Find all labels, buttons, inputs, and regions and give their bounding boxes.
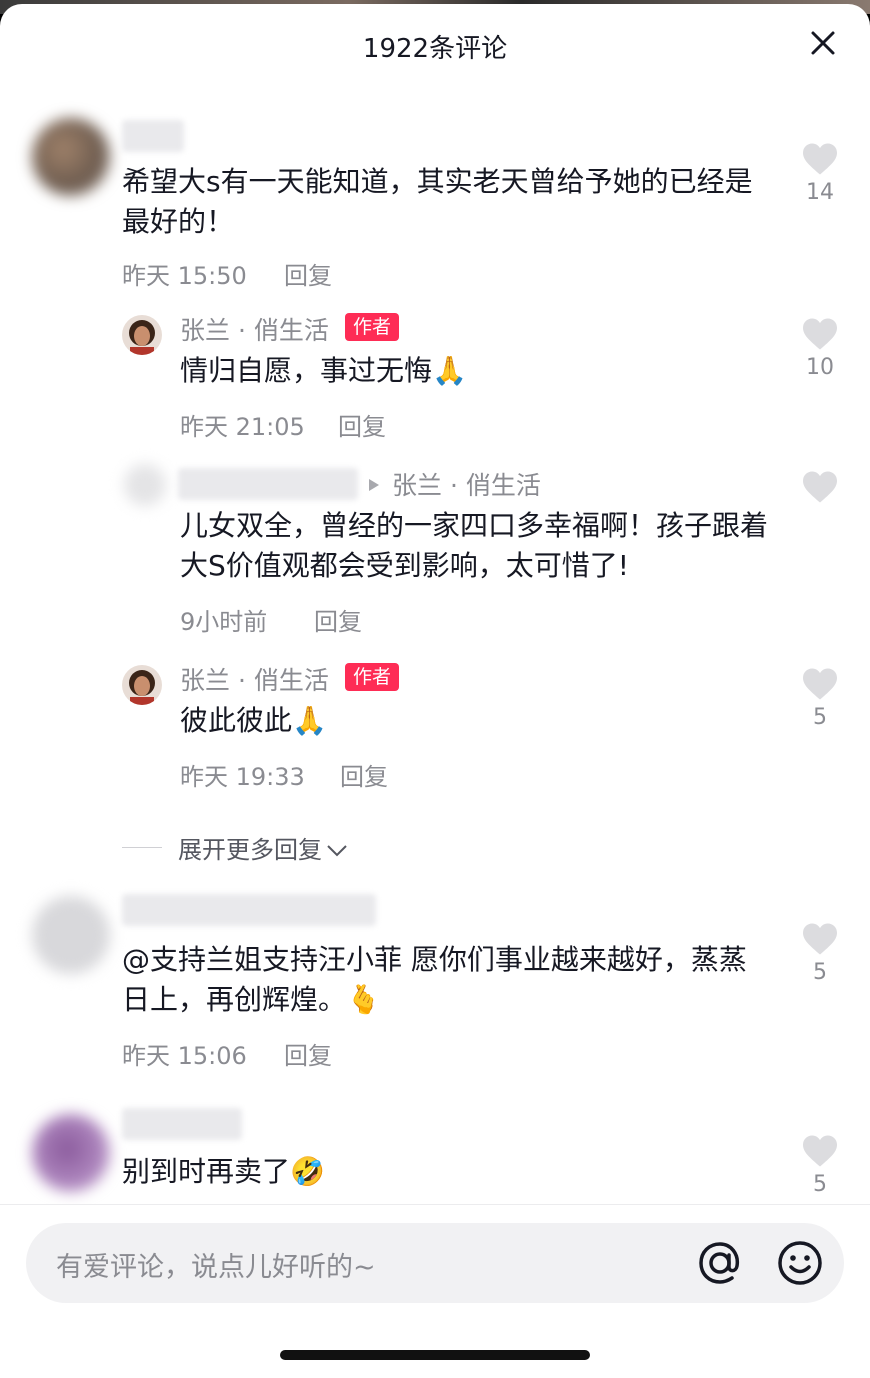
comment-item: 别到时再卖了🤣 5 xyxy=(0,1098,870,1204)
reply-item: 张兰 · 俏生活 作者 彼此彼此🙏 昨天 19:33 回复 5 xyxy=(0,655,870,795)
comment-text: 儿女双全，曾经的一家四口多幸福啊！孩子跟着大S价值观都会受到影响，太可惜了! xyxy=(180,509,769,582)
like-count: 5 xyxy=(813,960,827,985)
comment-text: @支持兰姐支持汪小菲 愿你们事业越来越好，蒸蒸日上，再创辉煌。🫰 xyxy=(122,940,772,1020)
comment-text: 别到时再卖了🤣 xyxy=(122,1152,325,1192)
reply-to-name[interactable]: 张兰 · 俏生活 xyxy=(392,466,541,502)
heart-icon xyxy=(803,143,837,175)
avatar[interactable] xyxy=(32,118,110,196)
author-avatar[interactable] xyxy=(122,665,162,705)
like-count xyxy=(790,508,850,536)
heart-icon xyxy=(803,668,837,700)
like-count: 10 xyxy=(806,355,834,380)
divider xyxy=(122,847,162,848)
reply-item: 张兰 · 俏生活 作者 情归自愿，事过无悔🙏 昨天 21:05 回复 10 xyxy=(0,305,870,445)
heart-icon xyxy=(803,318,837,350)
username-blurred[interactable] xyxy=(178,468,358,500)
author-name[interactable]: 张兰 · 俏生活 xyxy=(180,661,329,697)
comment-text-content: 别到时再卖了 xyxy=(122,1155,291,1188)
like-button[interactable]: 10 xyxy=(790,317,850,383)
heart-icon xyxy=(803,923,837,955)
username-blurred[interactable] xyxy=(122,1108,242,1140)
comment-time: 昨天 15:06 xyxy=(122,1042,247,1070)
comment-time: 昨天 19:33 xyxy=(180,763,305,791)
home-indicator[interactable] xyxy=(280,1350,590,1360)
comment-input-placeholder: 有爱评论，说点儿好听的~ xyxy=(56,1252,376,1283)
close-icon[interactable] xyxy=(810,30,836,56)
reply-button[interactable]: 回复 xyxy=(338,407,386,442)
rofl-emoji: 🤣 xyxy=(290,1155,325,1188)
reply-item: 张兰 · 俏生活 儿女双全，曾经的一家四口多幸福啊！孩子跟着大S价值观都会受到影… xyxy=(0,458,870,638)
reply-button[interactable]: 回复 xyxy=(284,1036,332,1071)
username-blurred[interactable] xyxy=(122,120,184,152)
expand-label-text: 展开更多回复 xyxy=(178,836,322,864)
comment-time: 9小时前 xyxy=(180,608,268,636)
reply-button[interactable]: 回复 xyxy=(340,757,388,792)
like-button[interactable]: 5 xyxy=(790,1134,850,1200)
avatar[interactable] xyxy=(124,464,166,506)
chevron-down-icon xyxy=(327,845,347,857)
comments-sheet: 1922条评论 希望大s有一天能知道，其实老天曾给予她的已经是最好的！ 昨天 1… xyxy=(0,4,870,1378)
emoji-picker-icon[interactable] xyxy=(774,1237,826,1289)
pray-emoji: 🙏 xyxy=(292,704,327,737)
heart-icon xyxy=(803,471,837,503)
expand-label: 展开更多回复 xyxy=(178,830,348,865)
reply-button[interactable]: 回复 xyxy=(284,256,332,291)
author-badge: 作者 xyxy=(345,313,400,341)
like-button[interactable]: 14 xyxy=(790,142,850,208)
author-name[interactable]: 张兰 · 俏生活 xyxy=(180,311,329,347)
heart-icon xyxy=(803,1135,837,1167)
like-button[interactable]: 5 xyxy=(790,667,850,733)
like-button[interactable] xyxy=(790,470,850,536)
comment-time: 昨天 15:50 xyxy=(122,262,247,290)
like-button[interactable]: 5 xyxy=(790,922,850,988)
reply-button[interactable]: 回复 xyxy=(314,602,362,637)
at-mention-icon[interactable] xyxy=(694,1237,746,1289)
username-blurred[interactable] xyxy=(122,894,376,926)
avatar[interactable] xyxy=(32,1114,110,1192)
comment-text-content: @支持兰姐支持汪小菲 愿你们事业越来越好，蒸蒸日上，再创辉煌。 xyxy=(122,943,747,1016)
comment-count-title: 1922条评论 xyxy=(362,34,508,64)
comment-list: 希望大s有一天能知道，其实老天曾给予她的已经是最好的！ 昨天 15:50 回复 … xyxy=(0,100,870,1204)
comment-text: 彼此彼此🙏 xyxy=(180,701,327,741)
comment-text-content: 彼此彼此 xyxy=(180,704,293,737)
finger-heart-emoji: 🫰 xyxy=(346,983,381,1016)
comment-time: 昨天 21:05 xyxy=(180,413,305,441)
sheet-header: 1922条评论 xyxy=(0,4,870,90)
comment-item: 希望大s有一天能知道，其实老天曾给予她的已经是最好的！ 昨天 15:50 回复 … xyxy=(0,100,870,300)
like-count: 14 xyxy=(806,180,834,205)
like-count: 5 xyxy=(813,1172,827,1197)
comment-text: 希望大s有一天能知道，其实老天曾给予她的已经是最好的！ xyxy=(122,165,753,238)
author-badge: 作者 xyxy=(345,663,400,691)
comment-input[interactable]: 有爱评论，说点儿好听的~ xyxy=(26,1223,844,1303)
avatar[interactable] xyxy=(32,896,110,974)
comment-text: 情归自愿，事过无悔🙏 xyxy=(180,351,467,391)
comment-text-content: 情归自愿，事过无悔 xyxy=(180,354,433,387)
author-avatar[interactable] xyxy=(122,315,162,355)
comment-item: @支持兰姐支持汪小菲 愿你们事业越来越好，蒸蒸日上，再创辉煌。🫰 昨天 15:0… xyxy=(0,882,870,1082)
pray-emoji: 🙏 xyxy=(432,354,467,387)
reply-arrow-icon xyxy=(369,479,379,491)
like-count: 5 xyxy=(813,705,827,730)
